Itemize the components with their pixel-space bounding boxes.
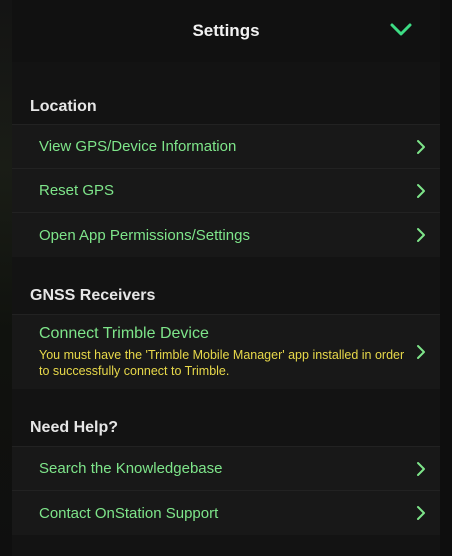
collapse-button[interactable]: [388, 18, 414, 42]
view-gps-device-info-item[interactable]: View GPS/Device Information: [12, 124, 440, 168]
list-item-label: Reset GPS: [39, 182, 115, 199]
page-title: Settings: [192, 21, 260, 40]
section-label-need-help: Need Help?: [30, 419, 119, 436]
list-item-label: Open App Permissions/Settings: [39, 226, 250, 244]
contact-onstation-support-item[interactable]: Contact OnStation Support: [12, 490, 440, 535]
reset-gps-item[interactable]: Reset GPS: [12, 168, 440, 212]
open-app-permissions-item[interactable]: Open App Permissions/Settings: [12, 212, 440, 257]
chevron-right-icon: [417, 345, 425, 359]
background-edge-right: [440, 0, 452, 556]
chevron-right-icon: [417, 183, 425, 198]
list-item-label: Connect Trimble Device: [39, 325, 209, 342]
chevron-right-icon: [417, 461, 425, 476]
list-item-label: View GPS/Device Information: [39, 138, 237, 155]
settings-panel: Settings Location View GPS/Device Inform…: [12, 0, 440, 556]
background-edge-left: [0, 0, 12, 556]
list-item-label: Contact OnStation Support: [39, 504, 219, 522]
section-label-gnss-receivers: GNSS Receivers: [30, 287, 156, 304]
list-item-label: Search the Knowledgebase: [39, 460, 223, 477]
chevron-right-icon: [417, 228, 425, 242]
connect-trimble-device-item[interactable]: Connect Trimble Device You must have the…: [12, 314, 440, 389]
chevron-right-icon: [417, 506, 425, 520]
settings-screen: Settings Location View GPS/Device Inform…: [0, 0, 452, 556]
chevron-right-icon: [417, 139, 425, 154]
chevron-down-icon: [390, 23, 412, 36]
search-knowledgebase-item[interactable]: Search the Knowledgebase: [12, 446, 440, 490]
section-label-location: Location: [30, 98, 97, 115]
settings-header: Settings: [12, 0, 440, 62]
trimble-requirement-note: You must have the 'Trimble Mobile Manage…: [39, 348, 405, 378]
